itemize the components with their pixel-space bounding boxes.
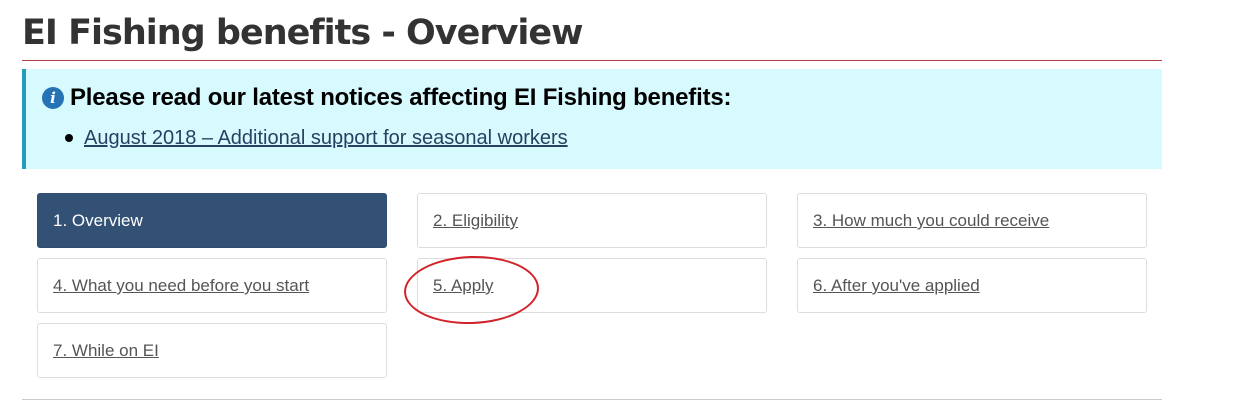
section-divider [22, 399, 1162, 400]
step-tab-label: 1. Overview [53, 211, 143, 230]
info-icon: i [42, 87, 64, 109]
step-tab-how-much-you-could-receive[interactable]: 3. How much you could receive [797, 193, 1147, 248]
page-title: EI Fishing benefits - Overview [22, 13, 584, 53]
step-tab-label: 5. Apply [433, 276, 494, 295]
step-tab-what-you-need-before-you-start[interactable]: 4. What you need before you start [37, 258, 387, 313]
bullet-icon [65, 134, 73, 142]
step-tab-label: 4. What you need before you start [53, 276, 310, 295]
notice-panel: i Please read our latest notices affecti… [22, 69, 1162, 169]
seasonal-workers-notice-link[interactable]: August 2018 – Additional support for sea… [84, 127, 568, 149]
step-tab-apply[interactable]: 5. Apply [417, 258, 767, 313]
notice-heading: Please read our latest notices affecting… [70, 84, 732, 111]
notice-list-item: August 2018 – Additional support for sea… [62, 123, 568, 153]
step-tab-label: 2. Eligibility [433, 211, 519, 230]
title-divider [22, 60, 1162, 61]
step-tab-label: 7. While on EI [53, 341, 159, 360]
step-tab-label: 6. After you've applied [813, 276, 980, 295]
notice-list: August 2018 – Additional support for sea… [62, 123, 568, 153]
step-tab-while-on-ei[interactable]: 7. While on EI [37, 323, 387, 378]
step-tab-after-you-applied[interactable]: 6. After you've applied [797, 258, 1147, 313]
step-tab-overview[interactable]: 1. Overview [37, 193, 387, 248]
step-tab-label: 3. How much you could receive [813, 211, 1050, 230]
step-tab-eligibility[interactable]: 2. Eligibility [417, 193, 767, 248]
